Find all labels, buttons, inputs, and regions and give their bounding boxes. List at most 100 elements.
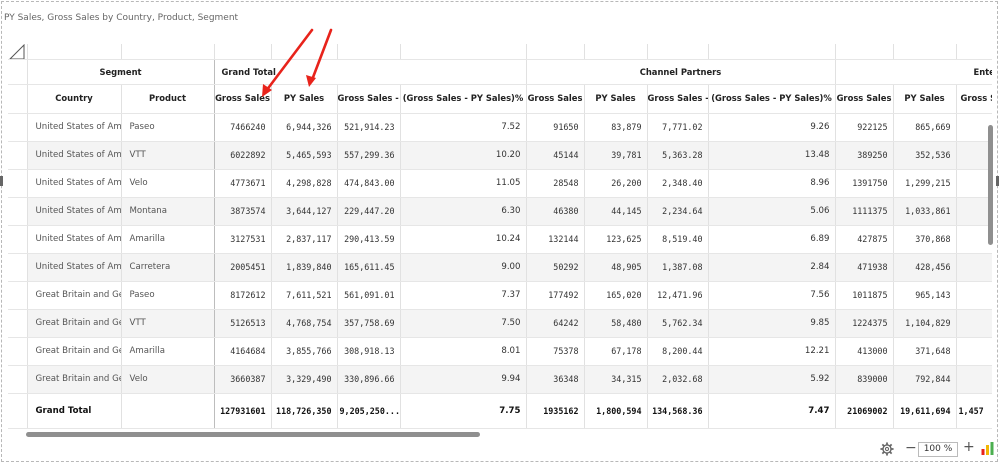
value-cell[interactable]: 165,020 — [584, 281, 648, 310]
value-cell[interactable]: 43, — [956, 253, 992, 282]
value-cell[interactable]: 357,758.69 — [337, 309, 401, 338]
value-cell[interactable]: 5.06 — [708, 197, 836, 226]
value-cell[interactable]: 371,648 — [893, 337, 957, 366]
product-cell[interactable]: Carretera — [121, 253, 215, 282]
country-cell[interactable]: United States of America — [27, 113, 122, 142]
value-cell[interactable]: 7466240 — [214, 113, 272, 142]
value-cell[interactable]: 8.96 — [708, 169, 836, 198]
value-cell[interactable]: 46, — [956, 281, 992, 310]
cp-py-sales-header[interactable]: PY Sales — [584, 84, 648, 114]
gross-sales-header[interactable]: Gross Sales — [214, 84, 272, 114]
value-cell[interactable]: 56, — [956, 113, 992, 142]
value-cell[interactable]: 67,178 — [584, 337, 648, 366]
value-cell[interactable]: 132144 — [526, 225, 585, 254]
diff-header[interactable]: Gross Sales - PY Sales — [337, 84, 401, 114]
cp-diff-header[interactable]: Gross Sales - PY Sales — [647, 84, 709, 114]
value-cell[interactable]: 7,611,521 — [271, 281, 338, 310]
value-cell[interactable]: 922125 — [835, 113, 894, 142]
value-cell[interactable]: 10.20 — [400, 141, 527, 170]
value-cell[interactable]: 5126513 — [214, 309, 272, 338]
value-cell[interactable]: 12,471.96 — [647, 281, 709, 310]
horizontal-scrollbar[interactable] — [26, 432, 480, 437]
country-header[interactable]: Country — [27, 84, 122, 114]
value-cell[interactable]: 48,905 — [584, 253, 648, 282]
value-cell[interactable]: 9.94 — [400, 365, 527, 394]
product-cell[interactable]: Paseo — [121, 113, 215, 142]
value-cell[interactable]: 34,315 — [584, 365, 648, 394]
country-cell[interactable]: Great Britain and Germany — [27, 309, 122, 338]
zoom-out-icon[interactable]: − — [905, 440, 917, 456]
value-cell[interactable]: 352,536 — [893, 141, 957, 170]
value-cell[interactable]: 1391750 — [835, 169, 894, 198]
value-cell[interactable]: 7,771.02 — [647, 113, 709, 142]
product-cell[interactable]: Velo — [121, 169, 215, 198]
value-cell[interactable]: 1,299,215 — [893, 169, 957, 198]
value-cell[interactable]: 474,843.00 — [337, 169, 401, 198]
value-cell[interactable]: 6.30 — [400, 197, 527, 226]
product-cell[interactable]: Amarilla — [121, 225, 215, 254]
value-cell[interactable]: 58,480 — [584, 309, 648, 338]
value-cell[interactable]: 4773671 — [214, 169, 272, 198]
value-cell[interactable]: 3,855,766 — [271, 337, 338, 366]
zoom-level-field[interactable]: 100 % — [918, 442, 958, 457]
value-cell[interactable]: 561,091.01 — [337, 281, 401, 310]
value-cell[interactable]: 7.50 — [400, 309, 527, 338]
vertical-scrollbar[interactable] — [988, 125, 993, 245]
country-cell[interactable]: Great Britain and Germany — [27, 281, 122, 310]
country-cell[interactable]: Great Britain and Germany — [27, 365, 122, 394]
value-cell[interactable]: 28548 — [526, 169, 585, 198]
value-cell[interactable]: 3127531 — [214, 225, 272, 254]
value-cell[interactable]: 45144 — [526, 141, 585, 170]
value-cell[interactable]: 4164684 — [214, 337, 272, 366]
value-cell[interactable]: 4,298,828 — [271, 169, 338, 198]
value-cell[interactable]: 413000 — [835, 337, 894, 366]
value-cell[interactable]: 2.84 — [708, 253, 836, 282]
value-cell[interactable]: 370,868 — [893, 225, 957, 254]
value-cell[interactable]: 8172612 — [214, 281, 272, 310]
value-cell[interactable]: 8,200.44 — [647, 337, 709, 366]
value-cell[interactable]: 64242 — [526, 309, 585, 338]
value-cell[interactable]: 92, — [956, 169, 992, 198]
value-cell[interactable]: 428,456 — [893, 253, 957, 282]
value-cell[interactable]: 26,200 — [584, 169, 648, 198]
value-cell[interactable]: 5.92 — [708, 365, 836, 394]
product-cell[interactable]: VTT — [121, 309, 215, 338]
value-cell[interactable]: 5,762.34 — [647, 309, 709, 338]
value-cell[interactable]: 165,611.45 — [337, 253, 401, 282]
value-cell[interactable]: 308,918.13 — [337, 337, 401, 366]
country-cell[interactable]: United States of America — [27, 253, 122, 282]
value-cell[interactable]: 6,944,326 — [271, 113, 338, 142]
pct-header[interactable]: (Gross Sales - PY Sales)% — [400, 84, 527, 114]
value-cell[interactable]: 865,669 — [893, 113, 957, 142]
value-cell[interactable]: 1,104,829 — [893, 309, 957, 338]
value-cell[interactable]: 229,447.20 — [337, 197, 401, 226]
country-cell[interactable]: Great Britain and Germany — [27, 337, 122, 366]
value-cell[interactable]: 1011875 — [835, 281, 894, 310]
product-cell[interactable]: Paseo — [121, 281, 215, 310]
value-cell[interactable]: 557,299.36 — [337, 141, 401, 170]
value-cell[interactable]: 46380 — [526, 197, 585, 226]
segment-header[interactable]: Segment — [27, 59, 215, 85]
enterprise-header[interactable]: Ente — [835, 59, 992, 85]
value-cell[interactable]: 46, — [956, 365, 992, 394]
country-cell[interactable]: United States of America — [27, 141, 122, 170]
value-cell[interactable]: 521,914.23 — [337, 113, 401, 142]
value-cell[interactable]: 290,413.59 — [337, 225, 401, 254]
value-cell[interactable]: 177492 — [526, 281, 585, 310]
value-cell[interactable]: 10.24 — [400, 225, 527, 254]
value-cell[interactable]: 839000 — [835, 365, 894, 394]
product-header[interactable]: Product — [121, 84, 215, 114]
value-cell[interactable]: 7.56 — [708, 281, 836, 310]
value-cell[interactable]: 13.48 — [708, 141, 836, 170]
value-cell[interactable]: 2,348.40 — [647, 169, 709, 198]
py-sales-header[interactable]: PY Sales — [271, 84, 338, 114]
grand-total-header[interactable]: Grand Total — [214, 59, 527, 85]
settings-gear-icon[interactable] — [880, 442, 894, 456]
value-cell[interactable]: 8.01 — [400, 337, 527, 366]
value-cell[interactable]: 9.85 — [708, 309, 836, 338]
value-cell[interactable]: 41, — [956, 337, 992, 366]
en-diff-header[interactable]: Gross S PY S — [956, 84, 992, 114]
value-cell[interactable]: 44,145 — [584, 197, 648, 226]
value-cell[interactable]: 12.21 — [708, 337, 836, 366]
value-cell[interactable]: 1,387.08 — [647, 253, 709, 282]
